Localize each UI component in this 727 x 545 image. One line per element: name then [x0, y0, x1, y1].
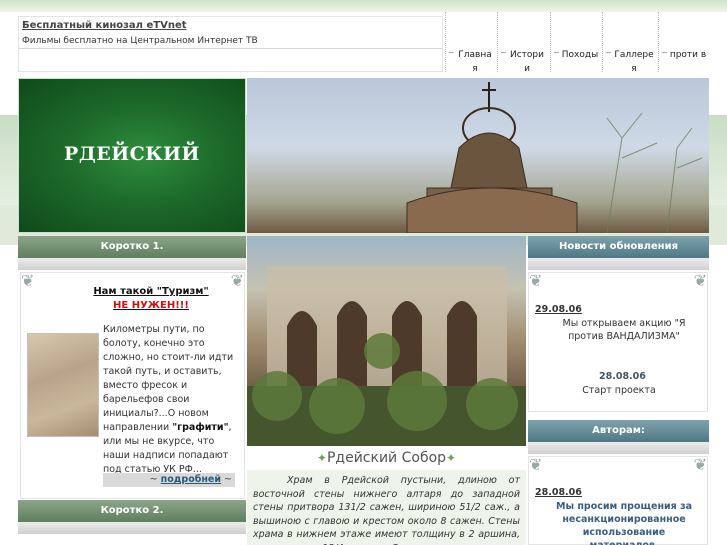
center-article-title: ✦Рдейский Собор✦ — [247, 446, 526, 470]
left-column-strip — [18, 258, 246, 270]
nav-item-label: Главная — [458, 50, 492, 74]
ad-block: Бесплатный кинозал eTVnet Фильмы бесплат… — [18, 16, 443, 72]
read-more-link[interactable]: подробней — [161, 474, 221, 485]
authors-strip — [528, 442, 709, 454]
article-title-warning: НЕ НУЖЕН!!! — [113, 300, 189, 311]
top-navigation: ~ Главная ~ Истории ~ Походы ~ Галлерея … — [445, 12, 709, 74]
news-card-right: ❦ ❦ 29.08.06 Мы открываем акцию "Я проти… — [528, 272, 708, 412]
right-column-header: Новости обновления — [528, 236, 709, 258]
nav-tilde-icon: ~ — [500, 48, 507, 57]
ad-divider — [19, 48, 442, 49]
church-dome-illustration — [406, 82, 703, 233]
sparkle-icon: ✦ — [316, 451, 327, 465]
corner-ornament-icon: ❦ — [529, 271, 543, 290]
ad-subtitle: Фильмы бесплатно на Центральном Интернет… — [22, 36, 258, 46]
authors-text: Мы просим прощения за несанкционированно… — [556, 501, 692, 545]
corner-ornament-icon: ❦ — [230, 271, 244, 290]
nav-tilde-icon: ~ — [661, 48, 668, 57]
authors-date[interactable]: 28.08.06 — [535, 487, 582, 498]
article-title[interactable]: Нам такой "Туризм" НЕ НУЖЕН!!! — [91, 285, 211, 313]
authors-card: ❦ ❦ 28.08.06 Мы просим прощения за несан… — [528, 456, 708, 545]
nav-item-gallery[interactable]: ~ Галлерея — [602, 12, 658, 74]
left-column-strip-2 — [18, 522, 246, 534]
nav-item-label: проти в — [669, 50, 707, 60]
article-thumbnail[interactable] — [27, 333, 99, 437]
site-title: РДЕЙСКИЙ — [64, 143, 200, 165]
left-column-header: Коротко 1. — [18, 236, 246, 258]
nav-item-hikes[interactable]: ~ Походы — [550, 12, 602, 72]
nav-item-home[interactable]: ~ Главная — [445, 12, 497, 74]
right-column-strip — [528, 258, 709, 270]
corner-ornament-icon: ❦ — [693, 271, 707, 290]
authors-header: Авторам: — [528, 420, 709, 442]
nav-item-label: Галлерея — [614, 50, 654, 74]
nav-item-label: Истории — [510, 50, 544, 74]
read-more-bar: ~ подробней ~ — [103, 473, 235, 487]
banner-logo-panel: РДЕЙСКИЙ — [18, 78, 246, 233]
nav-item-label: Походы — [561, 50, 599, 60]
news-text: Мы открываем акцию "Я против ВАНДАЛИЗМА" — [562, 318, 686, 342]
news-text: Старт проекта — [582, 385, 656, 396]
nav-item-stories[interactable]: ~ Истории — [497, 12, 550, 74]
nav-tilde-icon: ~ — [448, 48, 455, 57]
corner-ornament-icon: ❦ — [693, 455, 707, 474]
nav-item-against[interactable]: ~ проти в — [658, 12, 709, 72]
corner-ornament-icon: ❦ — [21, 271, 35, 290]
article-title-main: Нам такой "Туризм" — [93, 286, 209, 297]
banner-church-photo — [247, 78, 709, 233]
article-excerpt: Километры пути, по болоту, конечно это с… — [103, 324, 234, 475]
news-card-left: ❦ ❦ Нам такой "Туризм" НЕ НУЖЕН!!! Килом… — [20, 272, 245, 499]
left-column-header-2: Коротко 2. — [18, 500, 246, 522]
nav-tilde-icon: ~ — [605, 48, 612, 57]
cathedral-illustration — [247, 266, 526, 446]
news-date[interactable]: 29.08.06 — [535, 304, 582, 315]
news-date: 28.08.06 — [599, 371, 646, 382]
background-band-top — [0, 0, 727, 12]
center-article-text: Храм в Рдейской пустыни, длиною от восто… — [247, 470, 526, 545]
corner-ornament-icon: ❦ — [529, 455, 543, 474]
ad-title-link[interactable]: Бесплатный кинозал eTVnet — [22, 20, 187, 31]
nav-tilde-icon: ~ — [553, 48, 560, 57]
cathedral-photo — [247, 236, 526, 446]
sparkle-icon: ✦ — [446, 451, 457, 465]
